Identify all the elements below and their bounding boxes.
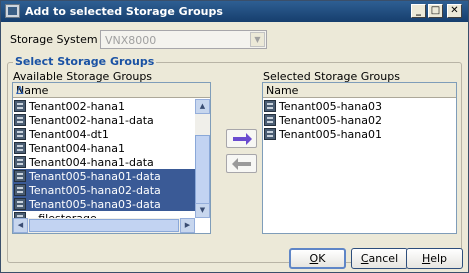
storage-group-icon (14, 142, 26, 154)
storage-group-icon (14, 128, 26, 140)
add-to-selected-button[interactable] (226, 129, 257, 148)
list-item[interactable]: Tenant004-dt1 (13, 127, 195, 141)
scroll-up-icon[interactable]: ▲ (195, 99, 210, 114)
list-item[interactable]: Tenant005-hana03-data (13, 197, 195, 211)
remove-from-selected-button[interactable] (226, 154, 257, 173)
list-item[interactable]: Tenant005-hana01-data (13, 169, 195, 183)
window-app-icon (5, 4, 20, 18)
list-item-label: Tenant005-hana01-data (29, 170, 161, 183)
list-item[interactable]: Tenant005-hana03 (263, 99, 456, 113)
available-name-column-header[interactable]: Name Δ (13, 83, 210, 98)
minimize-button[interactable]: _ (411, 4, 426, 18)
storage-group-icon (14, 184, 26, 196)
storage-system-dropdown[interactable]: VNX8000 ▼ (100, 30, 267, 49)
list-item[interactable]: Tenant005-hana01 (263, 127, 456, 141)
window-title: Add to selected Storage Groups (25, 5, 223, 18)
storage-group-icon (264, 100, 276, 112)
scroll-left-icon[interactable]: ◀ (13, 218, 28, 233)
ok-button-mnemonic: O (309, 252, 319, 265)
storage-group-icon (14, 198, 26, 210)
selected-name-column-header[interactable]: Name (263, 83, 456, 98)
list-item[interactable]: Tenant002-hana1-data (13, 113, 195, 127)
list-item-label: Tenant004-hana1-data (29, 156, 154, 169)
available-vertical-scrollbar[interactable]: ▲ ▼ (195, 99, 210, 218)
list-item-label: Tenant005-hana02-data (29, 184, 161, 197)
horizontal-scroll-thumb[interactable] (29, 219, 179, 232)
storage-system-label: Storage System (10, 33, 98, 46)
scroll-down-icon[interactable]: ▼ (195, 203, 210, 218)
cancel-button[interactable]: Cancel (351, 248, 408, 269)
list-item[interactable]: Tenant002-hana1 (13, 99, 195, 113)
available-horizontal-scrollbar[interactable]: ◀ ▶ (13, 218, 195, 233)
ok-button[interactable]: OK (289, 248, 346, 269)
help-button-label: elp (430, 252, 448, 265)
list-item[interactable]: Tenant004-hana1-data (13, 155, 195, 169)
selected-name-header-label: Name (266, 84, 299, 97)
list-item-label: Tenant005-hana03 (279, 100, 383, 113)
help-button[interactable]: Help (406, 248, 463, 269)
list-item-label: Tenant005-hana02 (279, 114, 383, 127)
scroll-right-icon[interactable]: ▶ (180, 218, 195, 233)
dialog-window: Add to selected Storage Groups _ □ ✕ Sto… (0, 0, 469, 273)
storage-group-icon (14, 100, 26, 112)
ok-button-label: K (318, 252, 326, 265)
available-list[interactable]: Name Δ Tenant002-hana1 Tenant002-hana1-da… (12, 82, 211, 234)
list-item-label: Tenant005-hana03-data (29, 198, 161, 211)
list-item-label: Tenant002-hana1-data (29, 114, 154, 127)
list-item[interactable]: Tenant004-hana1 (13, 141, 195, 155)
cancel-button-label: ancel (368, 252, 399, 265)
list-item[interactable]: Tenant005-hana02 (263, 113, 456, 127)
maximize-button[interactable]: □ (428, 4, 443, 18)
storage-group-icon (14, 170, 26, 182)
chevron-down-icon[interactable]: ▼ (250, 32, 265, 47)
list-item[interactable]: Tenant005-hana02-data (13, 183, 195, 197)
arrow-left-icon (232, 158, 251, 170)
storage-system-value: VNX8000 (105, 34, 157, 47)
list-item-label: Tenant002-hana1 (29, 100, 126, 113)
cancel-button-mnemonic: C (360, 252, 369, 265)
list-item-label: Tenant005-hana01 (279, 128, 383, 141)
storage-group-icon (264, 128, 276, 140)
storage-group-icon (264, 114, 276, 126)
storage-group-icon (14, 114, 26, 126)
sort-ascending-icon: Δ (16, 84, 24, 97)
list-item-label: Tenant004-hana1 (29, 142, 126, 155)
title-bar[interactable]: Add to selected Storage Groups _ □ ✕ (1, 1, 468, 22)
list-item-label: Tenant004-dt1 (29, 128, 109, 141)
close-button[interactable]: ✕ (447, 4, 462, 18)
group-title: Select Storage Groups (13, 55, 157, 68)
storage-group-icon (14, 156, 26, 168)
selected-list[interactable]: Name Tenant005-hana03 Tenant005-hana02 Ten… (262, 82, 457, 234)
help-button-mnemonic: H (421, 252, 431, 265)
dialog-body: Storage System VNX8000 ▼ Select Storage … (1, 22, 468, 272)
arrow-right-icon (233, 133, 252, 145)
scroll-thumb[interactable] (195, 135, 210, 210)
